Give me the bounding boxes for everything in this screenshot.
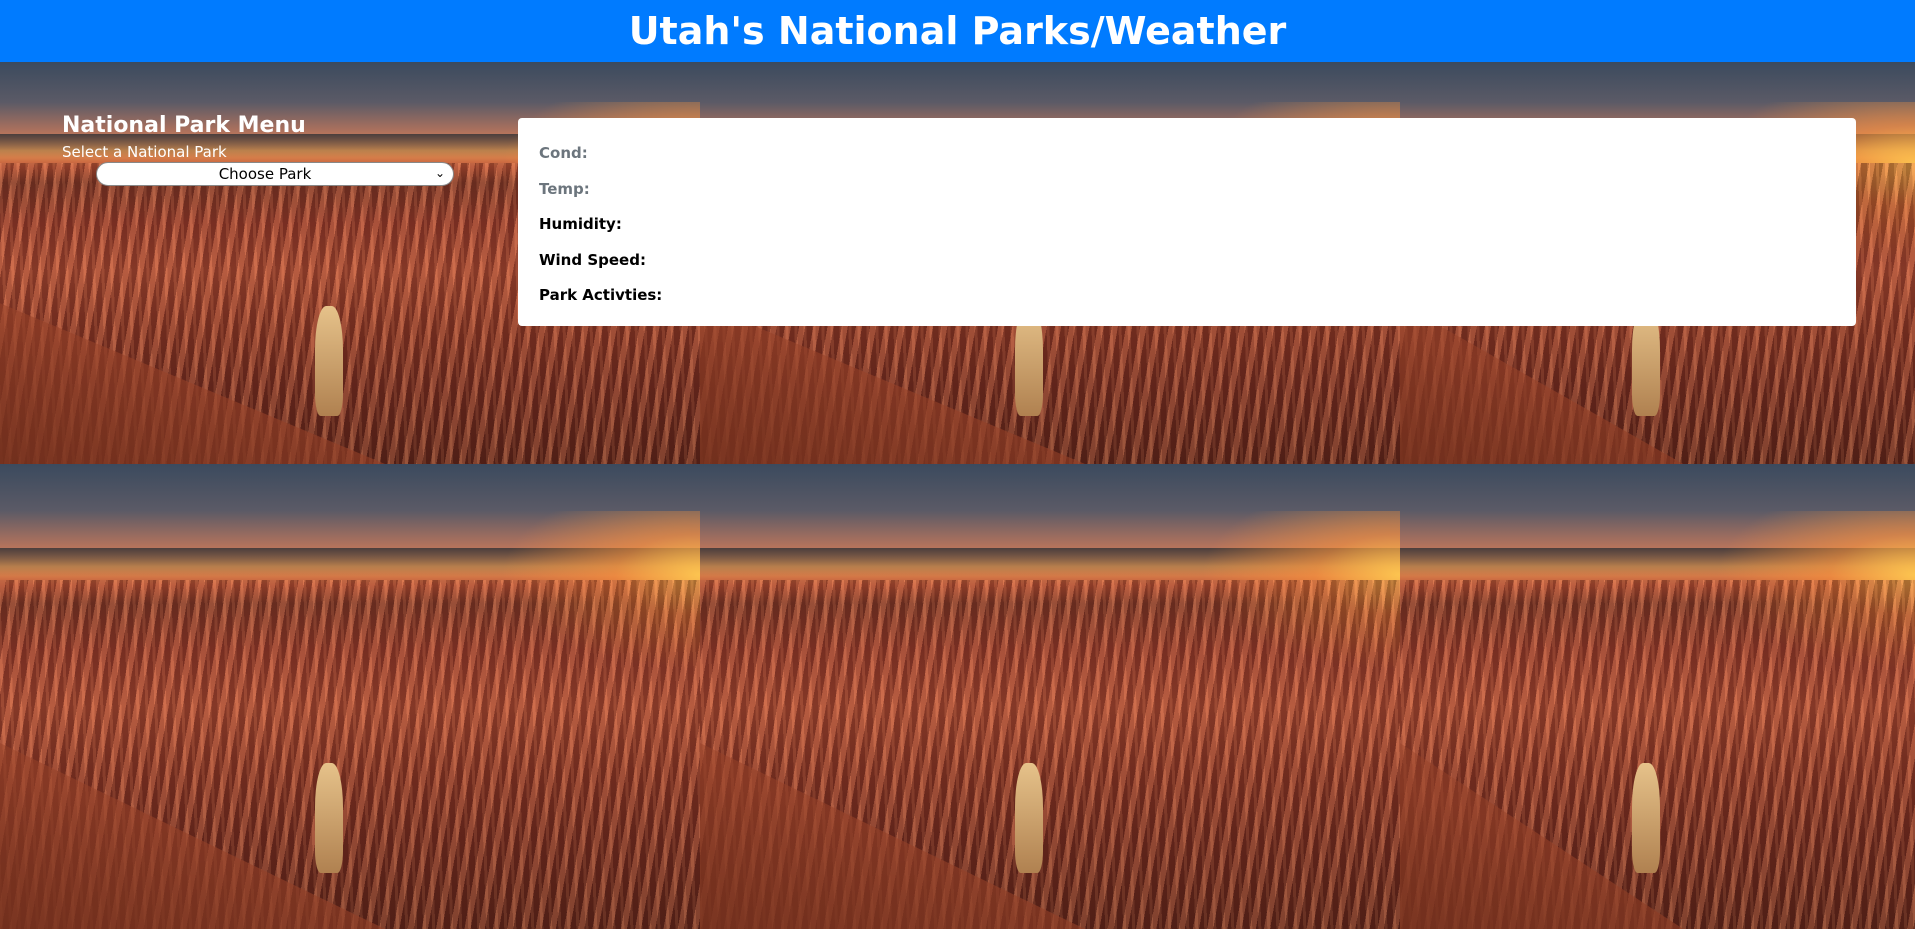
park-menu: National Park Menu Select a National Par… xyxy=(62,112,462,186)
park-select-label: Select a National Park xyxy=(62,143,227,161)
page-header: Utah's National Parks/Weather xyxy=(0,0,1915,62)
wind-speed-label: Wind Speed: xyxy=(539,250,646,269)
humidity-label: Humidity: xyxy=(539,215,622,233)
park-select[interactable]: Choose Park ⌄ xyxy=(96,162,454,186)
background-image xyxy=(700,464,1400,929)
menu-title: National Park Menu xyxy=(62,113,306,138)
page-title: Utah's National Parks/Weather xyxy=(628,9,1287,53)
weather-card: Cond: Temp: Humidity: Wind Speed: Park A… xyxy=(518,118,1856,326)
cond-label: Cond: xyxy=(539,144,588,162)
park-activities-label: Park Activties: xyxy=(539,286,663,304)
chevron-down-icon: ⌄ xyxy=(434,166,445,180)
temp-label: Temp: xyxy=(539,179,590,198)
background-image xyxy=(1400,464,1915,929)
background-image xyxy=(0,464,700,929)
park-select-value: Choose Park xyxy=(218,165,312,183)
